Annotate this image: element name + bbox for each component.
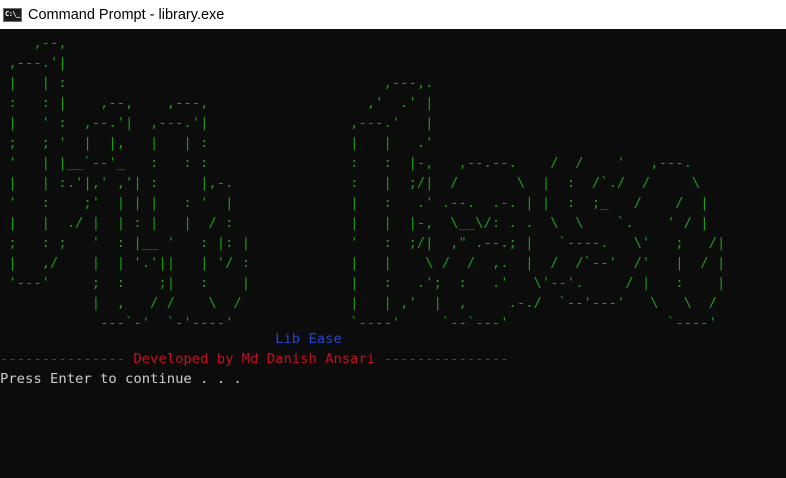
continue-prompt: Press Enter to continue . . .	[0, 372, 242, 387]
window-title: Command Prompt - library.exe	[28, 6, 225, 23]
developer-credit: --------------- Developed by Md Danish A…	[0, 352, 509, 367]
title-bar[interactable]: Command Prompt - library.exe	[0, 0, 786, 29]
app-name-line: Lib Ease	[0, 330, 342, 350]
console-output[interactable]: ,--, ,---.'| | | : ,---,. : : | ,--, ,--…	[0, 29, 786, 478]
ascii-banner: ,--, ,---.'| | | : ,---,. : : | ,--, ,--…	[8, 36, 726, 331]
command-prompt-icon	[3, 7, 22, 22]
app-name: Lib Ease	[275, 332, 342, 347]
command-prompt-window: Command Prompt - library.exe ,--, ,---.'…	[0, 0, 786, 478]
